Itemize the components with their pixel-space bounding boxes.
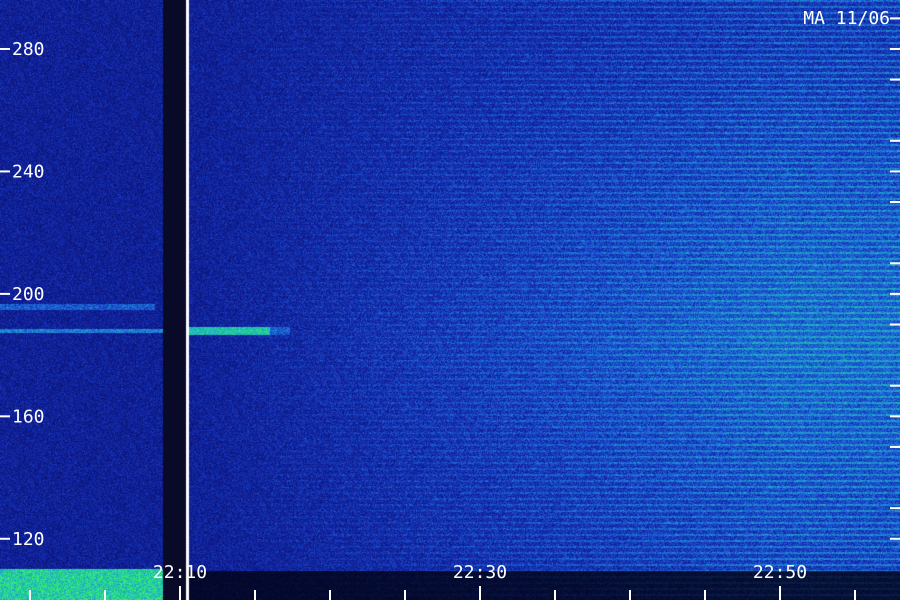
- station-label: MA 11/06: [803, 8, 890, 29]
- x-tick-label: 22:10: [153, 562, 207, 583]
- x-tick-label: 22:50: [753, 562, 807, 583]
- x-axis: 22:10 22:30 22:50: [29, 562, 856, 600]
- y-tick-label: 240: [12, 161, 45, 182]
- y-tick-label: 280: [12, 39, 45, 60]
- chart-overlay: 280 240 200 160 120 22:10 22:30 22:50 MA 11/06: [0, 8, 900, 600]
- y-axis: 280 240 200 160 120: [0, 17, 900, 550]
- y-tick-label: 160: [12, 406, 45, 427]
- y-tick-label: 120: [12, 529, 45, 550]
- y-tick-label: 200: [12, 284, 45, 305]
- x-tick-label: 22:30: [453, 562, 507, 583]
